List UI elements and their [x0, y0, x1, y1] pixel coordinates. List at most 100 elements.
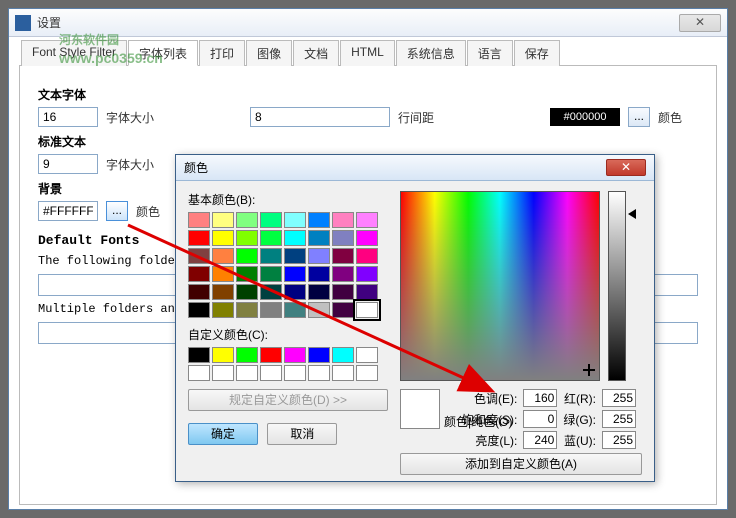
window-title: 设置 [37, 14, 679, 31]
green-label: 绿(G): [563, 411, 596, 428]
custom-swatch[interactable] [188, 365, 210, 381]
basic-swatch[interactable] [284, 302, 306, 318]
define-custom-button[interactable]: 规定自定义颜色(D) >> [188, 389, 388, 411]
basic-swatch[interactable] [236, 266, 258, 282]
color-spectrum[interactable] [400, 191, 600, 381]
basic-swatch[interactable] [236, 230, 258, 246]
tab-save[interactable]: 保存 [514, 40, 560, 66]
basic-swatch[interactable] [332, 302, 354, 318]
green-input[interactable] [602, 410, 636, 428]
basic-swatch[interactable] [188, 266, 210, 282]
basic-swatch[interactable] [332, 212, 354, 228]
basic-swatch[interactable] [356, 248, 378, 264]
luminance-bar[interactable] [608, 191, 626, 381]
tab-html[interactable]: HTML [340, 40, 395, 66]
background-color-picker-button[interactable]: ... [106, 201, 128, 221]
custom-swatch[interactable] [284, 365, 306, 381]
basic-swatch[interactable] [356, 230, 378, 246]
tab-font-style-filter[interactable]: Font Style Filter [21, 40, 127, 66]
tab-font-list[interactable]: 字体列表 [128, 40, 198, 66]
basic-swatch[interactable] [308, 302, 330, 318]
basic-swatch[interactable] [332, 248, 354, 264]
basic-swatch[interactable] [260, 266, 282, 282]
basic-swatch[interactable] [308, 284, 330, 300]
tab-sysinfo[interactable]: 系统信息 [396, 40, 466, 66]
basic-swatch[interactable] [308, 266, 330, 282]
ok-button[interactable]: 确定 [188, 423, 258, 445]
basic-swatch[interactable] [332, 266, 354, 282]
basic-swatch[interactable] [308, 212, 330, 228]
basic-swatch[interactable] [212, 212, 234, 228]
color-dialog: 颜色 ✕ 基本颜色(B): 自定义颜色(C): 规定自定义颜色(D) >> 确定… [175, 154, 655, 482]
tab-language[interactable]: 语言 [467, 40, 513, 66]
basic-swatch[interactable] [356, 302, 378, 318]
custom-swatch[interactable] [260, 365, 282, 381]
red-input[interactable] [602, 389, 636, 407]
basic-swatch[interactable] [308, 248, 330, 264]
custom-swatch[interactable] [356, 347, 378, 363]
background-value[interactable] [38, 201, 98, 221]
text-font-size[interactable] [250, 107, 390, 127]
basic-swatch[interactable] [236, 248, 258, 264]
basic-swatch[interactable] [236, 284, 258, 300]
bg-color-label: 颜色 [136, 203, 160, 220]
custom-swatch[interactable] [260, 347, 282, 363]
custom-swatch[interactable] [212, 347, 234, 363]
basic-swatch[interactable] [260, 212, 282, 228]
tab-image[interactable]: 图像 [246, 40, 292, 66]
basic-swatch[interactable] [356, 266, 378, 282]
custom-swatch[interactable] [236, 347, 258, 363]
basic-swatch[interactable] [212, 302, 234, 318]
custom-swatch[interactable] [236, 365, 258, 381]
sat-input[interactable] [523, 410, 557, 428]
basic-swatch[interactable] [212, 266, 234, 282]
basic-swatch[interactable] [356, 212, 378, 228]
basic-swatch[interactable] [260, 284, 282, 300]
add-custom-color-button[interactable]: 添加到自定义颜色(A) [400, 453, 642, 475]
custom-swatch[interactable] [212, 365, 234, 381]
basic-swatch[interactable] [284, 284, 306, 300]
cancel-button[interactable]: 取消 [267, 423, 337, 445]
tab-print[interactable]: 打印 [199, 40, 245, 66]
basic-swatch[interactable] [236, 302, 258, 318]
basic-swatch[interactable] [332, 230, 354, 246]
custom-swatch[interactable] [188, 347, 210, 363]
lum-input[interactable] [523, 431, 557, 449]
color-dialog-title: 颜色 [184, 159, 606, 176]
basic-swatch[interactable] [188, 230, 210, 246]
basic-swatch[interactable] [284, 212, 306, 228]
basic-swatch[interactable] [284, 230, 306, 246]
text-color-picker-button[interactable]: ... [628, 107, 650, 127]
basic-swatch[interactable] [212, 230, 234, 246]
close-button[interactable]: ✕ [679, 14, 721, 32]
basic-swatch[interactable] [188, 302, 210, 318]
custom-swatch[interactable] [308, 365, 330, 381]
custom-swatch[interactable] [332, 347, 354, 363]
basic-swatch[interactable] [332, 284, 354, 300]
luminance-pointer[interactable] [628, 209, 636, 219]
standard-text-label: 标准文本 [38, 133, 698, 150]
standard-text-value[interactable] [38, 154, 98, 174]
basic-swatch[interactable] [260, 230, 282, 246]
basic-swatch[interactable] [212, 248, 234, 264]
basic-swatch[interactable] [212, 284, 234, 300]
hue-input[interactable] [523, 389, 557, 407]
custom-swatch[interactable] [284, 347, 306, 363]
blue-input[interactable] [602, 431, 636, 449]
tab-document[interactable]: 文档 [293, 40, 339, 66]
basic-swatch[interactable] [188, 248, 210, 264]
basic-swatch[interactable] [260, 302, 282, 318]
basic-swatch[interactable] [284, 248, 306, 264]
basic-swatch[interactable] [236, 212, 258, 228]
basic-swatch[interactable] [308, 230, 330, 246]
basic-swatch[interactable] [356, 284, 378, 300]
basic-swatch[interactable] [260, 248, 282, 264]
custom-swatch[interactable] [332, 365, 354, 381]
color-dialog-close-button[interactable]: ✕ [606, 159, 646, 176]
basic-swatch[interactable] [188, 212, 210, 228]
custom-swatch[interactable] [308, 347, 330, 363]
text-font-value[interactable] [38, 107, 98, 127]
basic-swatch[interactable] [284, 266, 306, 282]
custom-swatch[interactable] [356, 365, 378, 381]
basic-swatch[interactable] [188, 284, 210, 300]
